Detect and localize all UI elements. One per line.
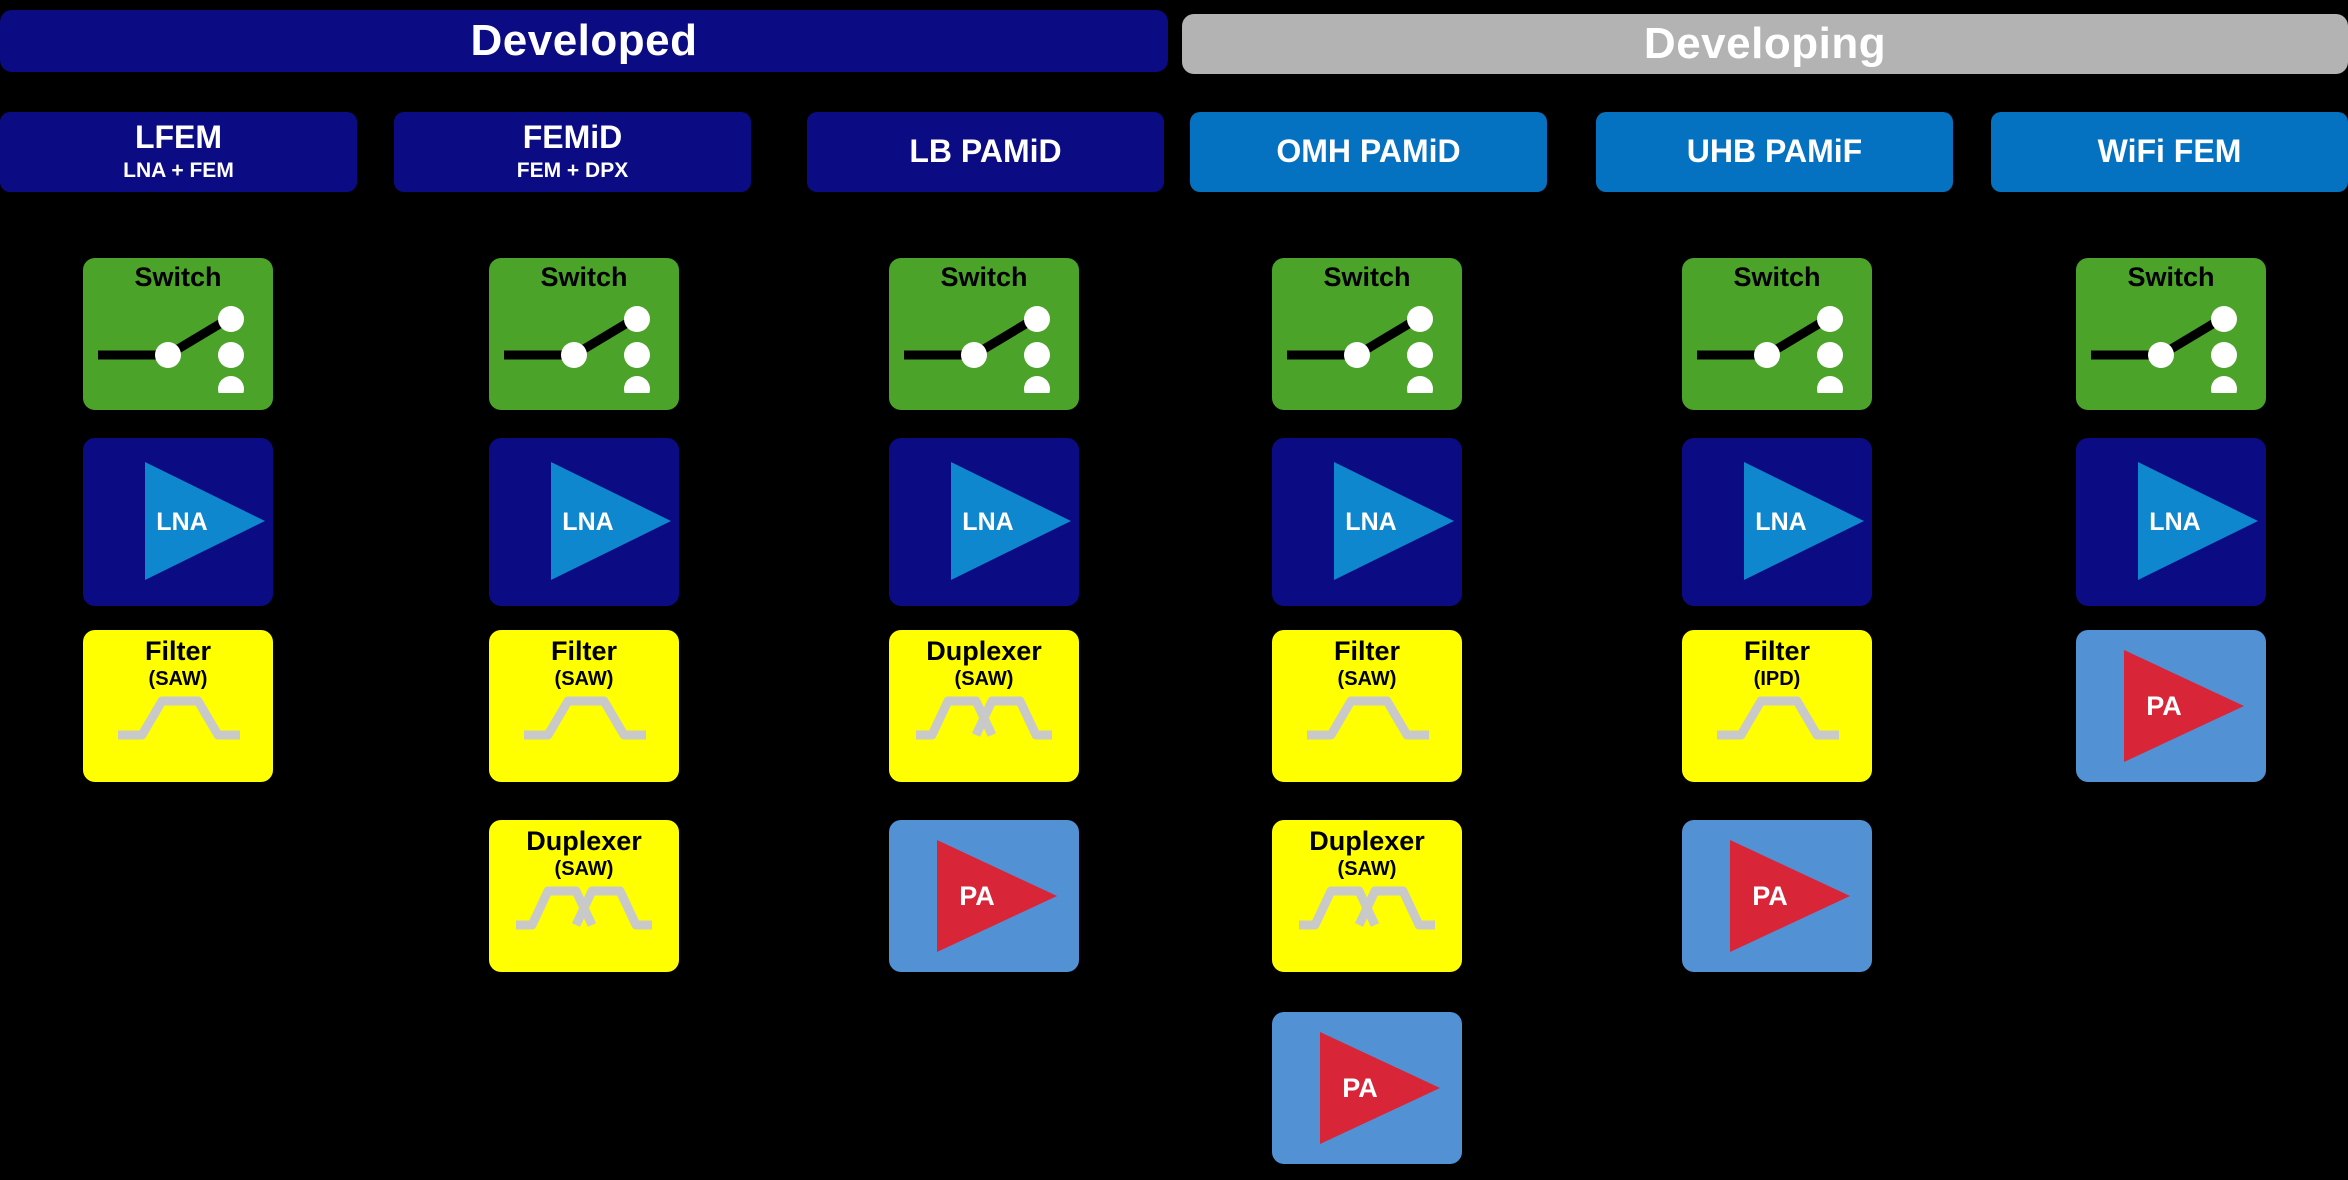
group-banner-developed-label: Developed bbox=[470, 16, 698, 65]
block-lna-lb-pamid[interactable]: LNA LNA bbox=[889, 438, 1079, 606]
block-switch-wifi-fem[interactable]: Switch bbox=[2076, 258, 2266, 410]
block-label-switch-femid: Switch bbox=[540, 262, 628, 292]
block-lna-omh-pamid[interactable]: LNA LNA bbox=[1272, 438, 1462, 606]
block-pa-omh-pamid[interactable]: PA PA bbox=[1272, 1012, 1462, 1164]
block-lna-femid[interactable]: LNA LNA bbox=[489, 438, 679, 606]
power-amplifier-triangle-icon: PA bbox=[1320, 1032, 1440, 1144]
product-header-uhb-pamif[interactable]: UHB PAMiF bbox=[1596, 112, 1953, 192]
block-lna-uhb-pamif[interactable]: LNA LNA bbox=[1682, 438, 1872, 606]
product-header-wifi-fem[interactable]: WiFi FEM bbox=[1991, 112, 2348, 192]
block-pa-wifi-fem[interactable]: PA PA bbox=[2076, 630, 2266, 782]
block-lna-lfem[interactable]: LNA LNA bbox=[83, 438, 273, 606]
bandpass-response-icon bbox=[1307, 696, 1429, 740]
block-sublabel-duplexer-omh-pamid: (SAW) bbox=[1337, 858, 1397, 880]
block-label-filter-uhb-pamif: Filter bbox=[1743, 636, 1810, 666]
block-label-filter-lfem: Filter bbox=[144, 636, 211, 666]
amplifier-triangle-icon: LNA bbox=[1334, 462, 1454, 580]
group-banner-developing-label: Developing bbox=[1643, 19, 1887, 68]
block-label-switch-lb-pamid: Switch bbox=[940, 262, 1028, 292]
block-pa-lb-pamid[interactable]: PA PA bbox=[889, 820, 1079, 972]
amplifier-triangle-icon: LNA bbox=[551, 462, 671, 580]
svg-text:PA: PA bbox=[959, 881, 995, 911]
product-title-femid: FEMiD bbox=[522, 118, 623, 155]
block-switch-lfem[interactable]: Switch bbox=[83, 258, 273, 410]
block-label-duplexer-femid: Duplexer bbox=[526, 826, 642, 856]
block-label-switch-wifi-fem: Switch bbox=[2127, 262, 2215, 292]
block-duplexer-omh-pamid[interactable]: Duplexer (SAW) bbox=[1272, 820, 1462, 972]
amplifier-triangle-icon: LNA bbox=[951, 462, 1071, 580]
product-header-lb-pamid[interactable]: LB PAMiD bbox=[807, 112, 1164, 192]
svg-text:LNA: LNA bbox=[1755, 508, 1806, 536]
product-header-omh-pamid[interactable]: OMH PAMiD bbox=[1190, 112, 1547, 192]
block-filter-omh-pamid[interactable]: Filter (SAW) bbox=[1272, 630, 1462, 782]
amplifier-triangle-icon: LNA bbox=[145, 462, 265, 580]
block-label-filter-femid: Filter bbox=[550, 636, 617, 666]
block-pa-uhb-pamif[interactable]: PA PA bbox=[1682, 820, 1872, 972]
rf-switch-icon bbox=[98, 306, 244, 393]
duplex-response-icon bbox=[1299, 886, 1435, 930]
svg-text:PA: PA bbox=[1342, 1073, 1378, 1103]
block-lna-wifi-fem[interactable]: LNA LNA bbox=[2076, 438, 2266, 606]
product-title-omh-pamid: OMH PAMiD bbox=[1276, 133, 1461, 170]
product-title-lb-pamid: LB PAMiD bbox=[909, 133, 1062, 170]
power-amplifier-triangle-icon: PA bbox=[937, 840, 1057, 952]
rf-switch-icon bbox=[1287, 306, 1433, 393]
rf-switch-icon bbox=[1697, 306, 1843, 393]
duplex-response-icon bbox=[916, 696, 1052, 740]
block-switch-femid[interactable]: Switch bbox=[489, 258, 679, 410]
block-filter-femid[interactable]: Filter (SAW) bbox=[489, 630, 679, 782]
block-label-switch-omh-pamid: Switch bbox=[1323, 262, 1411, 292]
bandpass-response-icon bbox=[1717, 696, 1839, 740]
svg-text:LNA: LNA bbox=[562, 508, 613, 536]
power-amplifier-triangle-icon: PA bbox=[1730, 840, 1850, 952]
block-label-switch-uhb-pamif: Switch bbox=[1733, 262, 1821, 292]
block-duplexer-lb-pamid[interactable]: Duplexer (SAW) bbox=[889, 630, 1079, 782]
product-header-lfem[interactable]: LFEM LNA + FEM bbox=[0, 112, 357, 192]
product-header-femid[interactable]: FEMiD FEM + DPX bbox=[394, 112, 751, 192]
group-banner-developing: Developing bbox=[1182, 14, 2348, 74]
svg-text:PA: PA bbox=[2146, 691, 2182, 721]
block-filter-uhb-pamif[interactable]: Filter (IPD) bbox=[1682, 630, 1872, 782]
product-title-wifi-fem: WiFi FEM bbox=[2097, 133, 2242, 170]
product-subtitle-lfem: LNA + FEM bbox=[123, 159, 234, 183]
block-switch-uhb-pamif[interactable]: Switch bbox=[1682, 258, 1872, 410]
block-switch-lb-pamid[interactable]: Switch bbox=[889, 258, 1079, 410]
power-amplifier-triangle-icon: PA bbox=[2124, 650, 2244, 762]
block-sublabel-filter-femid: (SAW) bbox=[554, 668, 614, 690]
product-title-uhb-pamif: UHB PAMiF bbox=[1686, 133, 1863, 170]
block-label-duplexer-lb-pamid: Duplexer bbox=[926, 636, 1042, 666]
block-sublabel-filter-uhb-pamif: (IPD) bbox=[1753, 668, 1801, 690]
svg-text:LNA: LNA bbox=[2149, 508, 2200, 536]
block-filter-lfem[interactable]: Filter (SAW) bbox=[83, 630, 273, 782]
bandpass-response-icon bbox=[524, 696, 646, 740]
svg-text:PA: PA bbox=[1752, 881, 1788, 911]
product-subtitle-femid: FEM + DPX bbox=[516, 159, 629, 183]
svg-text:LNA: LNA bbox=[962, 508, 1013, 536]
rf-switch-icon bbox=[504, 306, 650, 393]
block-label-filter-omh-pamid: Filter bbox=[1333, 636, 1400, 666]
block-switch-omh-pamid[interactable]: Switch bbox=[1272, 258, 1462, 410]
block-label-duplexer-omh-pamid: Duplexer bbox=[1309, 826, 1425, 856]
product-title-lfem: LFEM bbox=[134, 118, 223, 155]
amplifier-triangle-icon: LNA bbox=[1744, 462, 1864, 580]
group-banner-developed: Developed bbox=[0, 10, 1168, 72]
block-sublabel-duplexer-lb-pamid: (SAW) bbox=[954, 668, 1014, 690]
rf-switch-icon bbox=[904, 306, 1050, 393]
rf-switch-icon bbox=[2091, 306, 2237, 393]
bandpass-response-icon bbox=[118, 696, 240, 740]
block-label-switch-lfem: Switch bbox=[134, 262, 222, 292]
svg-text:LNA: LNA bbox=[1345, 508, 1396, 536]
duplex-response-icon bbox=[516, 886, 652, 930]
block-sublabel-duplexer-femid: (SAW) bbox=[554, 858, 614, 880]
svg-text:LNA: LNA bbox=[156, 508, 207, 536]
block-sublabel-filter-lfem: (SAW) bbox=[148, 668, 208, 690]
amplifier-triangle-icon: LNA bbox=[2138, 462, 2258, 580]
block-duplexer-femid[interactable]: Duplexer (SAW) bbox=[489, 820, 679, 972]
block-sublabel-filter-omh-pamid: (SAW) bbox=[1337, 668, 1397, 690]
